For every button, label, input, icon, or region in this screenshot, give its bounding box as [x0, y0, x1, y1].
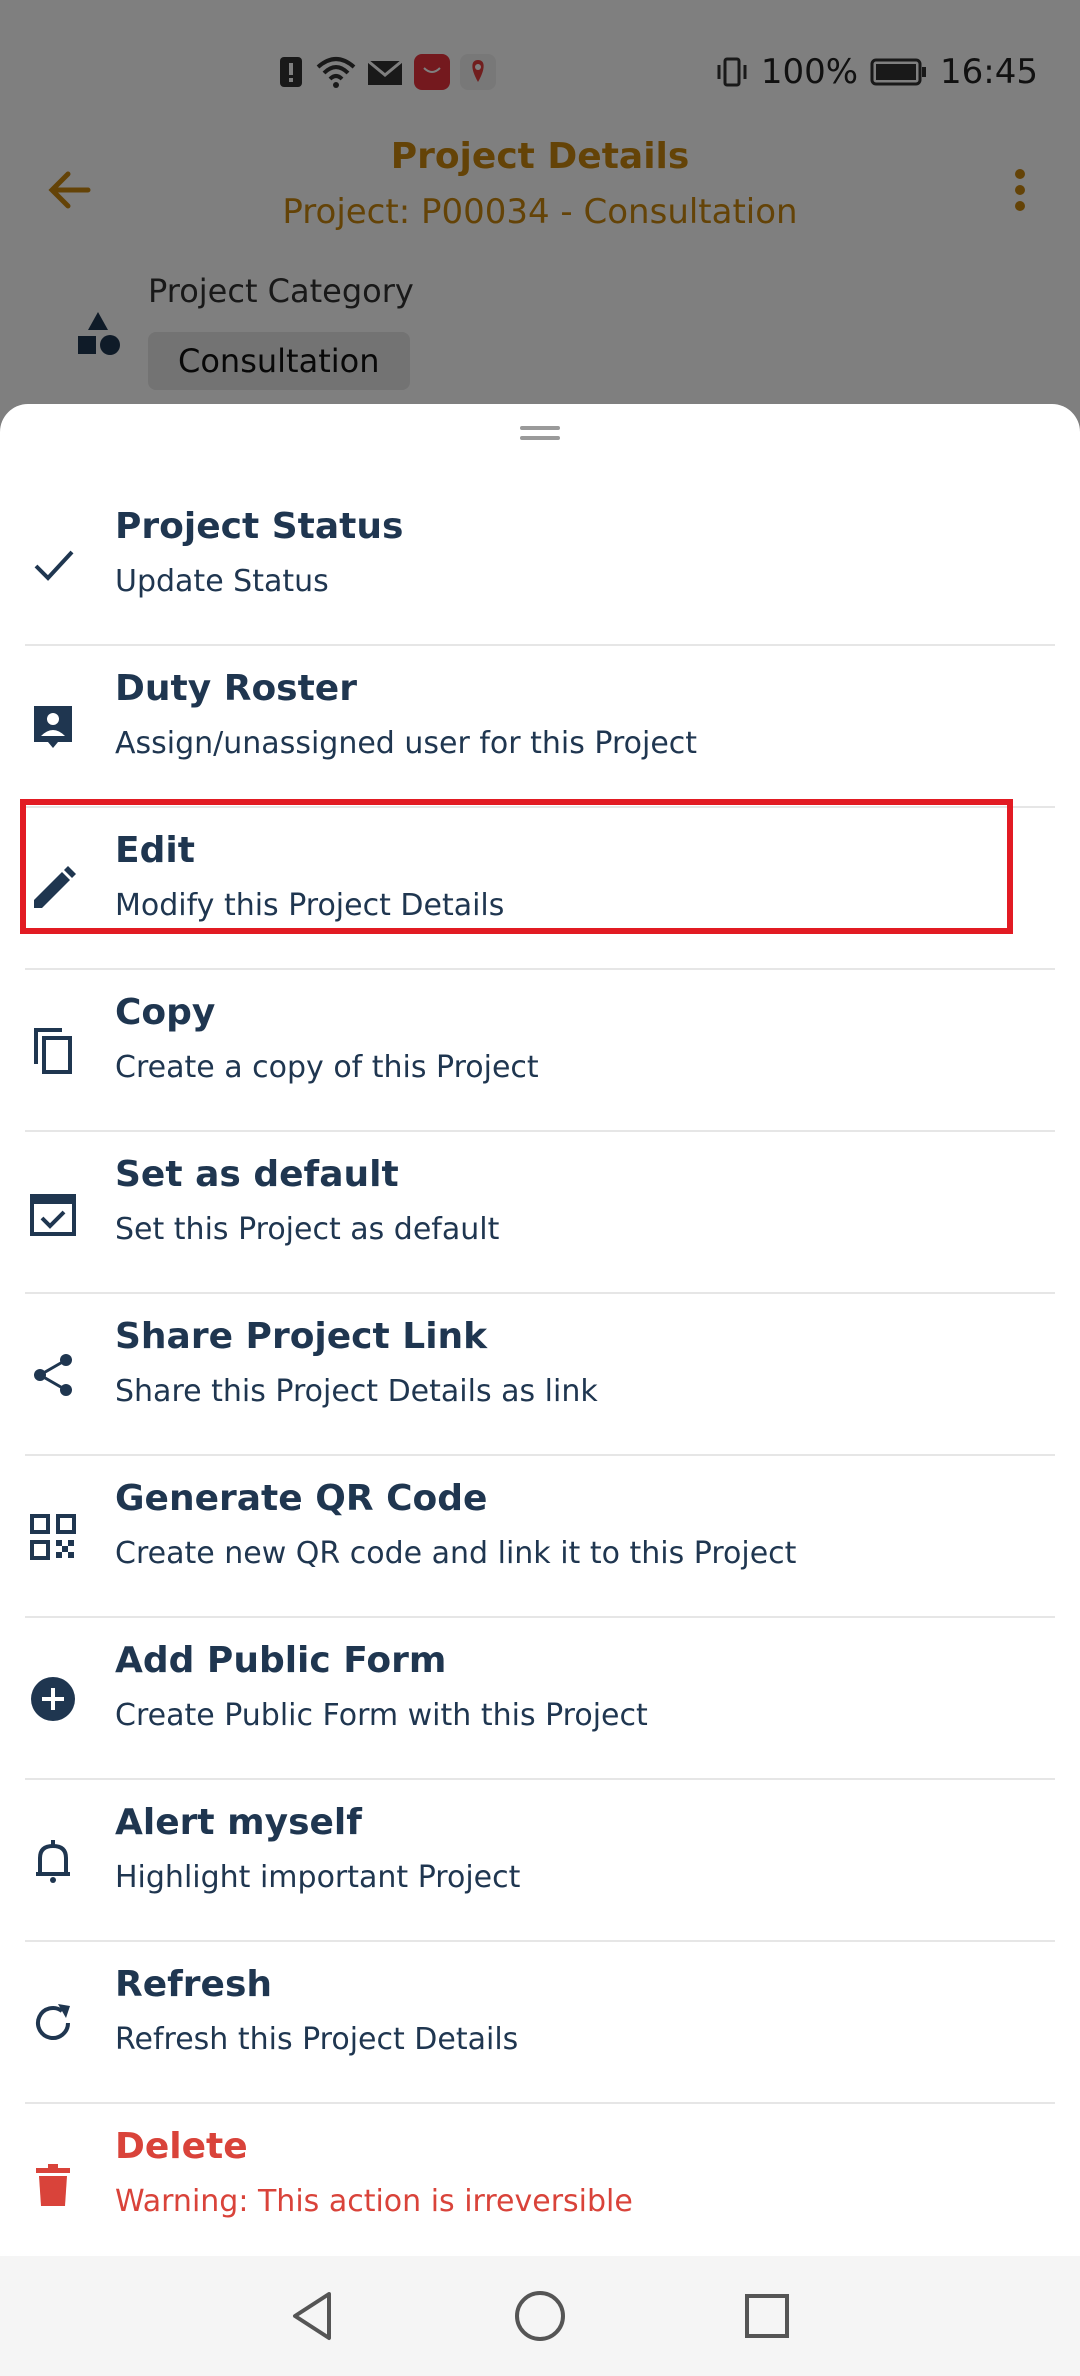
- triangle-back-icon: [293, 2292, 332, 2340]
- square-recents-icon: [744, 2294, 789, 2338]
- menu-item-alert-myself[interactable]: Alert myself Highlight important Project: [0, 1780, 1080, 1942]
- menu-item-generate-qr-code[interactable]: Generate QR Code Create new QR code and …: [0, 1456, 1080, 1618]
- nav-recents-button[interactable]: [732, 2281, 802, 2351]
- calendar-check-icon: [30, 1194, 76, 1236]
- menu-item-desc: Create Public Form with this Project: [115, 1698, 648, 1733]
- menu-item-label: Refresh: [115, 1964, 273, 2005]
- qr-code-icon: [30, 1514, 76, 1560]
- share-icon: [34, 1354, 72, 1396]
- menu-item-desc: Set this Project as default: [115, 1212, 500, 1247]
- selection-highlight: [20, 799, 1013, 934]
- menu-item-desc: Create new QR code and link it to this P…: [115, 1536, 797, 1571]
- menu-item-label: Duty Roster: [115, 668, 357, 709]
- menu-item-refresh[interactable]: Refresh Refresh this Project Details: [0, 1942, 1080, 2104]
- menu-item-delete[interactable]: Delete Warning: This action is irreversi…: [0, 2104, 1080, 2266]
- menu-item-desc: Refresh this Project Details: [115, 2022, 519, 2057]
- menu-item-duty-roster[interactable]: Duty Roster Assign/unassigned user for t…: [0, 646, 1080, 808]
- assign-user-icon: [34, 706, 72, 748]
- copy-icon: [34, 1028, 72, 1074]
- menu-item-share-project-link[interactable]: Share Project Link Share this Project De…: [0, 1294, 1080, 1456]
- menu-item-desc: Warning: This action is irreversible: [115, 2184, 633, 2219]
- menu-item-label: Generate QR Code: [115, 1478, 488, 1519]
- drag-handle[interactable]: [520, 426, 560, 442]
- system-nav-bar: [0, 2256, 1080, 2376]
- menu-item-desc: Highlight important Project: [115, 1860, 521, 1895]
- bottom-sheet: Project Status Update Status Duty Roster…: [0, 404, 1080, 2256]
- circle-home-icon: [514, 2291, 565, 2341]
- menu-item-label: Share Project Link: [115, 1316, 488, 1357]
- menu-item-desc: Share this Project Details as link: [115, 1374, 598, 1409]
- menu-item-label: Alert myself: [115, 1802, 362, 1843]
- menu-item-label: Add Public Form: [115, 1640, 447, 1681]
- menu-item-desc: Update Status: [115, 564, 329, 599]
- nav-home-button[interactable]: [505, 2281, 575, 2351]
- refresh-icon: [36, 2004, 70, 2040]
- action-menu: Project Status Update Status Duty Roster…: [0, 484, 1080, 2266]
- trash-icon: [36, 2164, 70, 2206]
- check-icon: [34, 550, 74, 581]
- menu-item-label: Copy: [115, 992, 216, 1033]
- menu-item-label: Set as default: [115, 1154, 399, 1195]
- bell-icon: [36, 1840, 70, 1883]
- menu-item-desc: Assign/unassigned user for this Project: [115, 726, 698, 761]
- menu-item-copy[interactable]: Copy Create a copy of this Project: [0, 970, 1080, 1132]
- menu-item-set-as-default[interactable]: Set as default Set this Project as defau…: [0, 1132, 1080, 1294]
- menu-item-project-status[interactable]: Project Status Update Status: [0, 484, 1080, 646]
- menu-item-label: Project Status: [115, 506, 404, 547]
- menu-item-desc: Create a copy of this Project: [115, 1050, 539, 1085]
- add-circle-icon: [31, 1677, 75, 1721]
- menu-item-label: Delete: [115, 2126, 248, 2167]
- nav-back-button[interactable]: [278, 2281, 348, 2351]
- menu-item-add-public-form[interactable]: Add Public Form Create Public Form with …: [0, 1618, 1080, 1780]
